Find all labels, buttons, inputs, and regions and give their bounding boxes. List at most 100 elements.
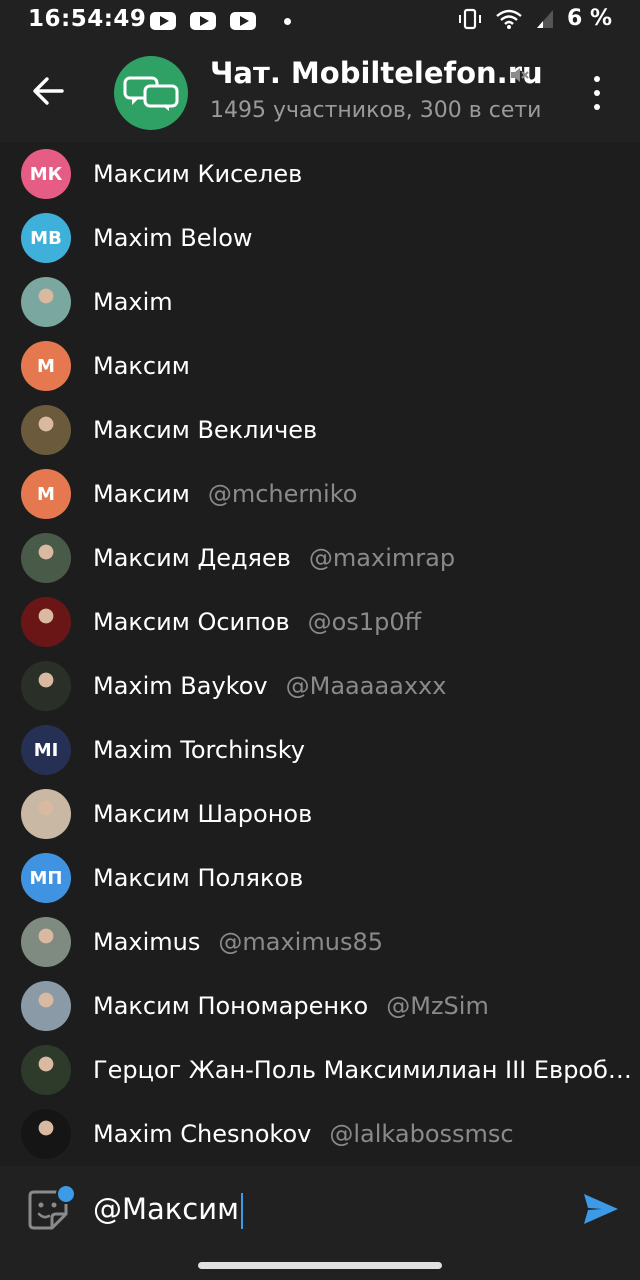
muted-icon: [511, 68, 529, 82]
system-icons: 6 %: [457, 6, 612, 31]
avatar-initials: МК: [29, 163, 63, 185]
mention-username: @lalkabossmsc: [329, 1120, 514, 1148]
avatar-initials: МП: [29, 867, 63, 889]
send-icon[interactable]: [580, 1188, 622, 1230]
avatar: МК: [21, 149, 71, 199]
mention-suggestions-list[interactable]: МК Максим Киселев MB Maxim Below Maxim М Макси…: [0, 142, 640, 1166]
mention-name: Максим: [93, 480, 190, 508]
message-input-value: @Максим: [93, 1192, 239, 1226]
chat-header: Чат. Mobiltelefon.ru 1495 участников, 30…: [0, 42, 640, 142]
avatar: МП: [21, 853, 71, 903]
mention-item[interactable]: Maxim Baykov @Maaaaaxxx: [0, 654, 640, 718]
mention-text: Maxim Baykov @Maaaaaxxx: [93, 672, 633, 700]
mention-name: Maxim Below: [93, 224, 253, 252]
mention-username: @os1p0ff: [307, 608, 422, 636]
mention-name: Максим Шаронов: [93, 800, 313, 828]
mention-name: Maxim Baykov: [93, 672, 268, 700]
mention-text: Максим Пономаренко @MzSim: [93, 992, 633, 1020]
mention-item[interactable]: МП Максим Поляков: [0, 846, 640, 910]
avatar: М: [21, 341, 71, 391]
mention-item[interactable]: МК Максим Киселев: [0, 142, 640, 206]
avatar: MB: [21, 213, 71, 263]
mention-item[interactable]: MB Maxim Below: [0, 206, 640, 270]
mention-text: Максим Поляков: [93, 864, 633, 892]
mention-text: Maxim Torchinsky: [93, 736, 633, 764]
mention-text: Максим Киселев: [93, 160, 633, 188]
text-caret: [240, 1193, 243, 1229]
mention-username: @MzSim: [386, 992, 489, 1020]
avatar: [21, 405, 71, 455]
mention-name: Maxim: [93, 288, 173, 316]
mention-name: Maxim Torchinsky: [93, 736, 305, 764]
chat-avatar[interactable]: [114, 56, 188, 130]
mention-item[interactable]: MI Maxim Torchinsky: [0, 718, 640, 782]
mention-item[interactable]: Максим Дедяев @maximrap: [0, 526, 640, 590]
mention-name: Максим Осипов: [93, 608, 290, 636]
avatar-initials: MB: [30, 227, 62, 249]
mention-text: Максим @mcherniko: [93, 480, 633, 508]
mention-item[interactable]: М Максим @mcherniko: [0, 462, 640, 526]
mention-name: Максим: [93, 352, 190, 380]
status-time: 16:54:49: [28, 6, 147, 32]
mention-item[interactable]: Максим Шаронов: [0, 782, 640, 846]
mention-item[interactable]: Maximus @maximus85: [0, 910, 640, 974]
wifi-icon: [496, 9, 522, 29]
more-notifications-dot-icon: [284, 17, 291, 25]
notification-icons: [150, 12, 291, 30]
mention-item[interactable]: Maxim: [0, 270, 640, 334]
mention-item[interactable]: М Максим: [0, 334, 640, 398]
avatar: [21, 533, 71, 583]
avatar-initials: М: [37, 355, 55, 377]
youtube-icon: [230, 12, 256, 30]
message-composer: @Максим: [0, 1168, 640, 1256]
mention-item[interactable]: Максим Векличев: [0, 398, 640, 462]
mention-text: Максим Осипов @os1p0ff: [93, 608, 633, 636]
battery-level: 6 %: [566, 6, 612, 31]
mention-item[interactable]: Maxim Chesnokov @lalkabossmsc: [0, 1102, 640, 1166]
mention-text: Максим: [93, 352, 633, 380]
status-bar: 16:54:49 6 %: [0, 0, 640, 42]
mention-name: Максим Поляков: [93, 864, 304, 892]
mention-text: Максим Дедяев @maximrap: [93, 544, 633, 572]
mention-text: Maxim Chesnokov @lalkabossmsc: [93, 1120, 633, 1148]
mention-item[interactable]: Максим Осипов @os1p0ff: [0, 590, 640, 654]
mention-text: Maximus @maximus85: [93, 928, 633, 956]
mention-name: Герцог Жан-Поль Максимилиан III Евробо…: [93, 1056, 633, 1084]
signal-icon: [536, 9, 553, 28]
mention-name: Максим Векличев: [93, 416, 318, 444]
mention-username: @maximrap: [308, 544, 456, 572]
avatar: [21, 981, 71, 1031]
avatar-initials: MI: [33, 739, 59, 761]
vibrate-icon: [458, 8, 481, 29]
chat-bubbles-icon: [123, 76, 179, 111]
back-arrow-icon[interactable]: [26, 68, 72, 114]
mention-text: Максим Векличев: [93, 416, 633, 444]
avatar: М: [21, 469, 71, 519]
avatar: [21, 277, 71, 327]
mention-name: Максим Дедяев: [93, 544, 291, 572]
mention-name: Maximus: [93, 928, 201, 956]
home-gesture-handle[interactable]: [198, 1262, 442, 1269]
chat-title[interactable]: Чат. Mobiltelefon.ru: [210, 56, 543, 90]
new-stickers-badge: [56, 1184, 76, 1204]
mention-name: Максим Пономаренко: [93, 992, 369, 1020]
mention-username: @mcherniko: [207, 480, 358, 508]
mention-item[interactable]: Максим Пономаренко @MzSim: [0, 974, 640, 1038]
mention-item[interactable]: Герцог Жан-Поль Максимилиан III Евробо…: [0, 1038, 640, 1102]
mention-username: @Maaaaaxxx: [285, 672, 447, 700]
youtube-icon: [150, 12, 176, 30]
message-input[interactable]: @Максим: [93, 1192, 243, 1229]
mention-name: Максим Киселев: [93, 160, 303, 188]
mention-text: Maxim: [93, 288, 633, 316]
chat-subtitle: 1495 участников, 300 в сети: [210, 98, 542, 123]
more-menu-icon[interactable]: [586, 76, 608, 110]
avatar: [21, 1045, 71, 1095]
youtube-icon: [190, 12, 216, 30]
avatar: MI: [21, 725, 71, 775]
avatar: [21, 661, 71, 711]
mention-text: Максим Шаронов: [93, 800, 633, 828]
avatar-initials: М: [37, 483, 55, 505]
avatar: [21, 917, 71, 967]
avatar: [21, 597, 71, 647]
navigation-bar: [0, 1256, 640, 1280]
